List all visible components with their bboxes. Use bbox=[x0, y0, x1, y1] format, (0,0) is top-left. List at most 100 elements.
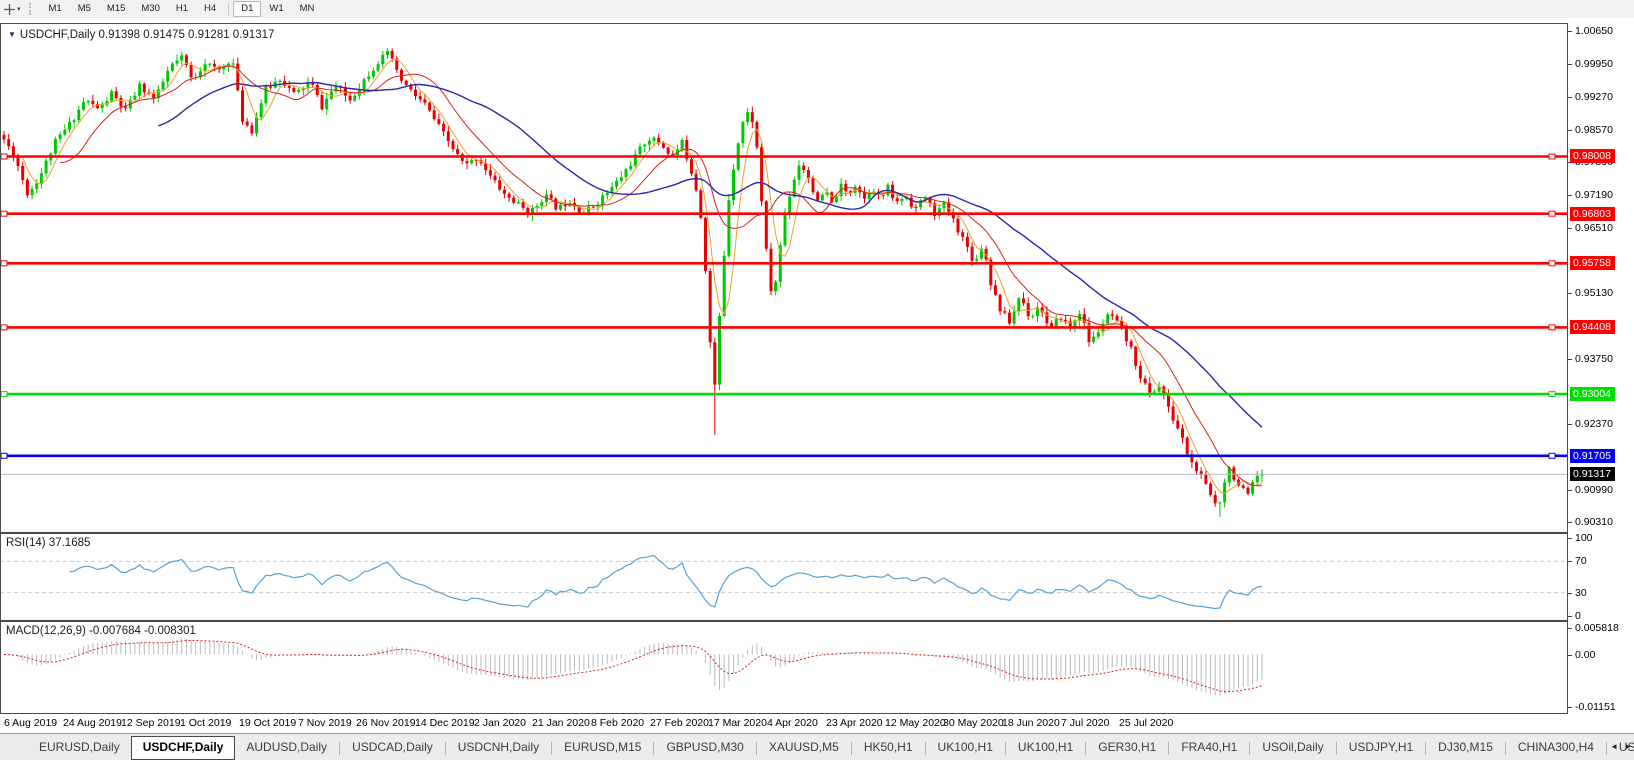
price-tick-label: 0.90310 bbox=[1568, 516, 1613, 528]
tab-separator bbox=[1425, 741, 1427, 755]
date-label: 12 May 2020 bbox=[885, 717, 946, 729]
chart-dropdown-icon[interactable]: ▼ bbox=[8, 30, 16, 39]
tab-gbpusd-m30[interactable]: GBPUSD,M30 bbox=[655, 736, 754, 760]
price-tick-label: 0.99950 bbox=[1568, 58, 1613, 70]
price-tick-label: 0.96510 bbox=[1568, 222, 1613, 234]
crosshair-icon bbox=[4, 3, 15, 15]
date-label: 18 Jun 2020 bbox=[1002, 717, 1060, 729]
price-tick-label: 0.93750 bbox=[1568, 353, 1613, 365]
chevron-down-icon[interactable]: ▾ bbox=[17, 5, 21, 13]
date-label: 25 Jul 2020 bbox=[1119, 717, 1174, 729]
hline-price-label: 0.93004 bbox=[1570, 387, 1615, 401]
hline-price-label: 0.94408 bbox=[1570, 320, 1615, 334]
rsi-tick-label: 70 bbox=[1568, 555, 1587, 567]
date-label: 8 Feb 2020 bbox=[591, 717, 645, 729]
toolbar-separator bbox=[228, 2, 230, 16]
tab-separator bbox=[339, 741, 341, 755]
hline-price-label: 0.91705 bbox=[1570, 449, 1615, 463]
tab-xauusd-m5[interactable]: XAUUSD,M5 bbox=[758, 736, 850, 760]
chart-title-text: USDCHF,Daily 0.91398 0.91475 0.91281 0.9… bbox=[19, 29, 275, 41]
tab-separator bbox=[653, 741, 655, 755]
date-label: 30 May 2020 bbox=[943, 717, 1004, 729]
timeframe-m15-button[interactable]: M15 bbox=[99, 1, 133, 17]
price-tick-label: 0.98570 bbox=[1568, 124, 1613, 136]
timeframe-m30-button[interactable]: M30 bbox=[133, 1, 167, 17]
date-label: 7 Jul 2020 bbox=[1061, 717, 1110, 729]
ma-line-34 bbox=[158, 81, 1263, 428]
toolbar-grip[interactable] bbox=[28, 3, 35, 15]
current-price-label: 0.91317 bbox=[1570, 467, 1615, 481]
date-label: 4 Apr 2020 bbox=[767, 717, 818, 729]
tab-eurusd-daily[interactable]: EURUSD,Daily bbox=[28, 736, 131, 760]
tab-audusd-daily[interactable]: AUDUSD,Daily bbox=[235, 736, 338, 760]
rsi-label: RSI(14) 37.1685 bbox=[6, 537, 91, 549]
tab-dj30-m15[interactable]: DJ30,M15 bbox=[1427, 736, 1504, 760]
tab-uk100-h1[interactable]: UK100,H1 bbox=[1007, 736, 1084, 760]
price-tick-label: 0.99270 bbox=[1568, 91, 1613, 103]
date-label: 6 Aug 2019 bbox=[4, 717, 58, 729]
timeframe-mn-button[interactable]: MN bbox=[292, 1, 323, 17]
tab-usdchf-daily[interactable]: USDCHF,Daily bbox=[130, 736, 236, 760]
hline-price-label: 0.95758 bbox=[1570, 256, 1615, 270]
rsi-tick-label: 100 bbox=[1568, 532, 1593, 544]
tab-separator bbox=[1249, 741, 1251, 755]
tab-scroll-buttons: ◄ ► bbox=[1610, 740, 1632, 754]
date-label: 24 Aug 2019 bbox=[63, 717, 122, 729]
rsi-tick-label: 30 bbox=[1568, 587, 1587, 599]
timeframe-m1-button[interactable]: M1 bbox=[41, 1, 70, 17]
timeframe-h1-button[interactable]: H1 bbox=[168, 1, 196, 17]
macd-tick-label: 0.005818 bbox=[1568, 622, 1619, 634]
chart-title: ▼ USDCHF,Daily 0.91398 0.91475 0.91281 0.… bbox=[8, 29, 274, 41]
tab-usdcnh-daily[interactable]: USDCNH,Daily bbox=[447, 736, 550, 760]
tab-usdcad-daily[interactable]: USDCAD,Daily bbox=[341, 736, 444, 760]
chart-tab-bar: EURUSD,Daily USDCHF,Daily AUDUSD,Daily USDC… bbox=[0, 733, 1634, 760]
tab-separator bbox=[444, 741, 446, 755]
tab-usoil-daily[interactable]: USOil,Daily bbox=[1251, 736, 1334, 760]
macd-label: MACD(12,26,9) -0.007684 -0.008301 bbox=[6, 625, 196, 637]
timeframe-d1-button[interactable]: D1 bbox=[233, 1, 262, 17]
date-label: 14 Dec 2019 bbox=[415, 717, 475, 729]
tab-scroll-right-icon[interactable]: ► bbox=[1624, 740, 1632, 754]
price-tick-label: 0.97190 bbox=[1568, 189, 1613, 201]
rsi-indicator-canvas[interactable] bbox=[0, 533, 1568, 621]
tab-separator bbox=[1504, 741, 1506, 755]
date-label: 7 Nov 2019 bbox=[298, 717, 352, 729]
tab-uk100-h1[interactable]: UK100,H1 bbox=[927, 736, 1004, 760]
date-label: 26 Nov 2019 bbox=[356, 717, 416, 729]
price-axis: 1.006500.999500.992700.985700.978900.971… bbox=[1568, 23, 1634, 714]
date-label: 17 Mar 2020 bbox=[708, 717, 767, 729]
date-label: 23 Apr 2020 bbox=[826, 717, 883, 729]
tab-separator bbox=[924, 741, 926, 755]
price-tick-label: 0.92370 bbox=[1568, 418, 1613, 430]
timeframe-h4-button[interactable]: H4 bbox=[196, 1, 224, 17]
timeframe-w1-button[interactable]: W1 bbox=[261, 1, 291, 17]
date-label: 19 Oct 2019 bbox=[239, 717, 297, 729]
tab-separator bbox=[1168, 741, 1170, 755]
tab-hk50-h1[interactable]: HK50,H1 bbox=[853, 736, 924, 760]
macd-indicator-canvas[interactable] bbox=[0, 621, 1568, 714]
tab-usdjpy-h1[interactable]: USDJPY,H1 bbox=[1338, 736, 1424, 760]
tab-separator bbox=[551, 741, 553, 755]
date-label: 12 Sep 2019 bbox=[121, 717, 181, 729]
tab-separator bbox=[850, 741, 852, 755]
price-tick-label: 0.90990 bbox=[1568, 484, 1613, 496]
tab-separator bbox=[1605, 741, 1607, 755]
tab-ger30-h1[interactable]: GER30,H1 bbox=[1087, 736, 1167, 760]
tab-scroll-left-icon[interactable]: ◄ bbox=[1610, 740, 1618, 754]
hline-price-label: 0.98008 bbox=[1570, 149, 1615, 163]
date-label: 27 Feb 2020 bbox=[650, 717, 709, 729]
macd-tick-label: -0.01151 bbox=[1568, 701, 1616, 713]
chart-tabs: EURUSD,Daily USDCHF,Daily AUDUSD,Daily USDC… bbox=[28, 736, 1634, 760]
crosshair-tool-button[interactable]: ▾ bbox=[0, 1, 25, 17]
hline-price-label: 0.96803 bbox=[1570, 207, 1615, 221]
price-tick-label: 0.95130 bbox=[1568, 287, 1613, 299]
tab-fra40-h1[interactable]: FRA40,H1 bbox=[1170, 736, 1248, 760]
macd-tick-label: 0.00 bbox=[1568, 649, 1595, 661]
timeframe-toolbar: ▾ M1 M5 M15 M30 H1 H4 D1 W1 MN bbox=[0, 0, 1634, 19]
rsi-tick-label: 0 bbox=[1568, 610, 1581, 622]
tab-separator bbox=[755, 741, 757, 755]
tab-china300-h4[interactable]: CHINA300,H4 bbox=[1507, 736, 1605, 760]
price-chart-canvas[interactable] bbox=[0, 23, 1568, 533]
timeframe-m5-button[interactable]: M5 bbox=[70, 1, 99, 17]
tab-eurusd-m15[interactable]: EURUSD,M15 bbox=[553, 736, 652, 760]
